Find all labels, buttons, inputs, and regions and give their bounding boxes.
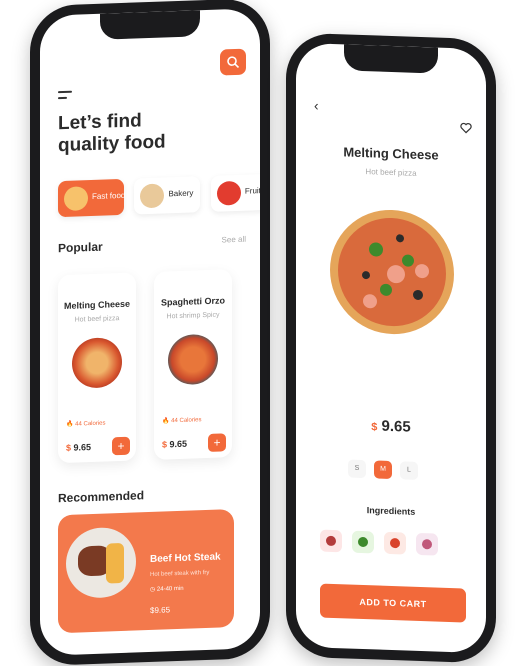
recommended-card[interactable]: Beef Hot Steak Hot beef steak with fry ◷… [58,509,234,634]
category-bakery[interactable]: Bakery [134,176,201,215]
card-price: $ 9.65 [162,438,188,450]
phone-detail: ‹ Melting Cheese Hot beef pizza $ 9.65 S… [286,32,496,664]
onion-icon [416,532,438,556]
recommended-card-subtitle: Hot beef steak with fry [150,569,210,578]
recommended-time: ◷ 24-40 min [150,585,184,593]
pizza-image [72,336,122,389]
category-list: Fast food Bakery Fruit it [58,173,260,218]
card-price: $ 9.65 [66,442,92,453]
ingredients-list [320,529,448,561]
popular-card[interactable]: Melting Cheese Hot beef pizza 🔥 44 Calor… [58,272,136,464]
tomato-icon [384,531,406,555]
heart-icon[interactable] [460,122,472,134]
meat-icon [320,529,342,553]
recommended-title: Recommended [58,488,145,506]
category-fruit[interactable]: Fruit it [210,173,260,212]
phone-home: Let’s find quality food Fast food Bakery… [30,0,270,666]
add-to-cart-button[interactable]: ADD TO CART [320,583,466,623]
see-all-link[interactable]: See all [222,235,246,245]
pasta-image [168,333,218,386]
menu-icon[interactable] [58,90,72,101]
home-screen: Let’s find quality food Fast food Bakery… [40,8,260,656]
add-button[interactable]: + [208,433,226,452]
recommended-price: $9.65 [150,605,171,615]
card-calories: 🔥 44 Calories [162,417,202,425]
back-icon[interactable]: ‹ [314,97,319,113]
fire-icon: 🔥 [66,421,74,428]
popular-card[interactable]: Spaghetti Orzo Hot shrimp Spicy 🔥 44 Cal… [154,269,232,460]
size-option-l[interactable]: L [400,461,418,480]
clock-icon: ◷ [150,586,156,593]
search-icon [227,56,240,68]
detail-subtitle: Hot beef pizza [365,167,417,178]
add-button[interactable]: + [112,436,130,456]
phone-notch [344,44,438,74]
card-subtitle: Hot beef pizza [74,315,120,324]
card-title: Spaghetti Orzo [160,295,225,308]
popular-title: Popular [58,239,103,256]
detail-title: Melting Cheese [343,144,439,163]
detail-screen: ‹ Melting Cheese Hot beef pizza $ 9.65 S… [296,42,486,654]
basil-icon [352,530,374,554]
card-calories: 🔥 44 Calories [66,420,106,428]
burger-icon [64,186,88,212]
page-headline: Let’s find quality food [58,110,166,157]
search-button[interactable] [220,48,246,76]
size-option-s[interactable]: S [348,459,366,479]
size-selector: SML [348,456,426,480]
category-fast-food[interactable]: Fast food [58,178,125,218]
detail-price: $ 9.65 [371,417,411,436]
pizza-image [330,209,454,335]
fire-icon: 🔥 [162,418,170,425]
sandwich-icon [140,183,165,209]
phone-notch [100,10,200,40]
recommended-card-title: Beef Hot Steak [150,551,221,565]
steak-image [66,526,136,599]
strawberry-icon [216,180,241,206]
card-subtitle: Hot shrimp Spicy [166,311,220,321]
card-title: Melting Cheese [63,298,130,312]
size-option-m[interactable]: M [374,460,392,480]
ingredients-title: Ingredients [366,505,416,517]
